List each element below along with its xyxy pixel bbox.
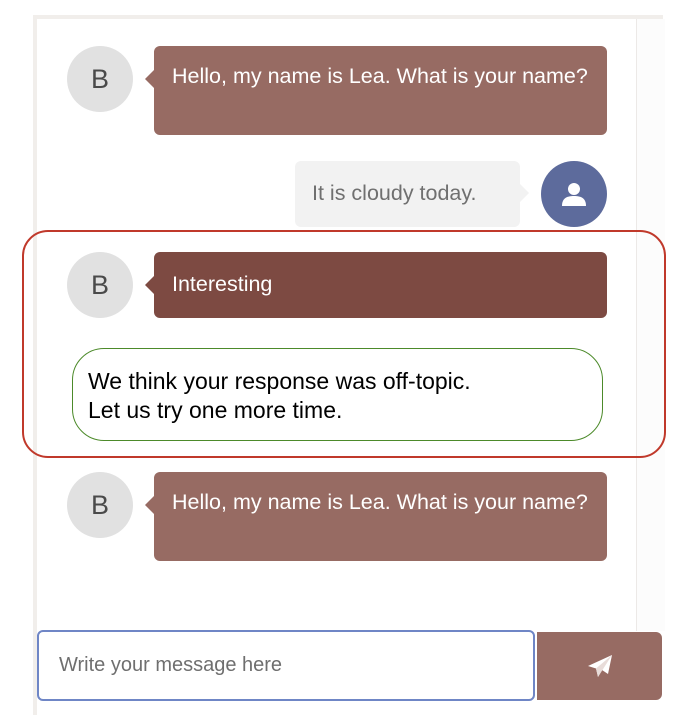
bot-avatar-letter: B [90,269,109,300]
bot-message: Interesting [145,252,607,318]
feedback-line-1: We think your response was off-topic. [88,368,471,394]
user-avatar [541,161,607,227]
bot-message-text: Hello, my name is Lea. What is your name… [172,64,588,88]
send-button[interactable] [537,632,662,700]
bot-avatar-letter: B [90,63,109,94]
bot-avatar: B [67,46,133,112]
bot-avatar: B [67,252,133,318]
message-input[interactable] [37,630,535,701]
paper-plane-icon [587,655,612,677]
off-topic-feedback: We think your response was off-topic. Le… [72,348,603,441]
bot-message-text: Hello, my name is Lea. What is your name… [172,490,588,514]
bot-avatar-letter: B [90,489,109,520]
user-message-text: It is cloudy today. [312,181,477,205]
bot-message: Hello, my name is Lea. What is your name… [145,46,607,135]
bot-avatar: B [67,472,133,538]
bot-message: Hello, my name is Lea. What is your name… [145,472,607,561]
user-icon [562,183,586,206]
feedback-line-2: Let us try one more time. [88,397,343,423]
user-message: It is cloudy today. [295,161,529,227]
bot-message-text: Interesting [172,272,273,296]
